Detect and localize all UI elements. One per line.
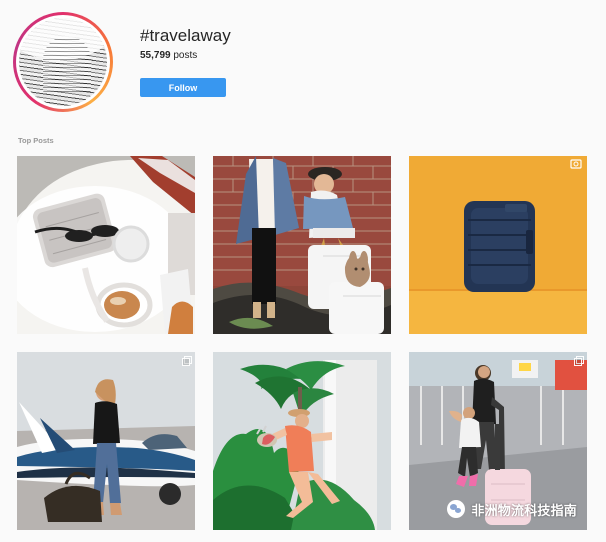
- avatar-image: [19, 18, 107, 106]
- post-count-label: posts: [173, 50, 198, 61]
- watermark: 非洲物流科技指南: [447, 499, 577, 519]
- hashtag-header: #travelaway 55,799 posts Follow: [0, 0, 606, 130]
- wechat-icon: [447, 500, 466, 518]
- post-tile-6[interactable]: 非洲物流科技指南: [409, 352, 587, 530]
- post-image-1: [17, 156, 195, 334]
- post-count: 55,799 posts: [140, 50, 197, 61]
- post-image-3: [409, 156, 587, 334]
- hashtag-title: #travelaway: [140, 26, 231, 45]
- post-tile-1[interactable]: [17, 156, 195, 334]
- post-image-5: [213, 352, 391, 530]
- post-tile-4[interactable]: [17, 352, 195, 530]
- post-image-2: [213, 156, 391, 334]
- post-count-value: 55,799: [140, 50, 171, 61]
- post-tile-3[interactable]: [409, 156, 587, 334]
- post-tile-5[interactable]: [213, 352, 391, 530]
- follow-button[interactable]: Follow: [140, 78, 226, 97]
- avatar-ring: [13, 12, 113, 112]
- watermark-text: 非洲物流科技指南: [471, 502, 577, 518]
- post-image-4: [17, 352, 195, 530]
- multiple-photos-icon: [574, 356, 584, 366]
- avatar: [16, 15, 110, 109]
- multiple-photos-icon: [182, 356, 192, 366]
- top-posts-label: Top Posts: [18, 136, 54, 145]
- top-posts-grid: 非洲物流科技指南: [17, 156, 587, 530]
- post-tile-2[interactable]: [213, 156, 391, 334]
